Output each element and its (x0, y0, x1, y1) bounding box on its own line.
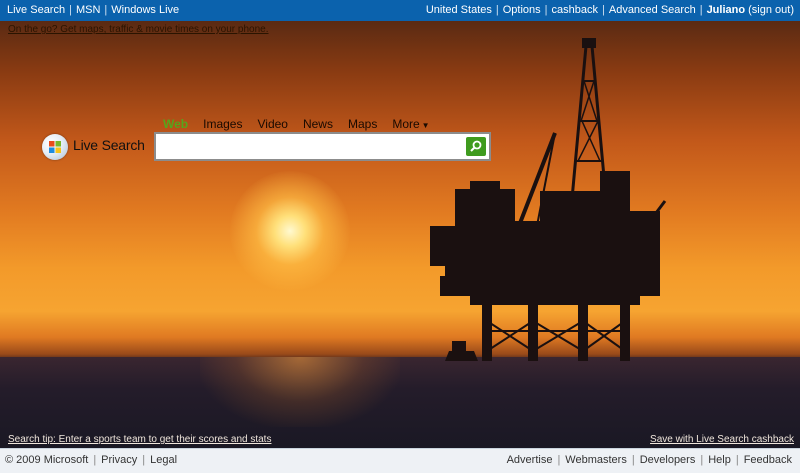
dropdown-arrow-icon: ▼ (421, 121, 430, 130)
options-link[interactable]: Options (503, 4, 541, 16)
advertise-link[interactable]: Advertise (507, 454, 553, 466)
tab-news[interactable]: News (303, 117, 333, 131)
feedback-link[interactable]: Feedback (744, 454, 792, 466)
separator: | (495, 4, 499, 16)
separator: | (104, 4, 108, 16)
united-states-link[interactable]: United States (426, 4, 492, 16)
search-input[interactable] (159, 137, 463, 158)
username-link[interactable]: Juliano (707, 4, 746, 16)
footer-right: Advertise | Webmasters | Developers | Help | Fee… (507, 454, 792, 466)
logo-text: Live Search (73, 137, 145, 153)
footer-left: © 2009 Microsoft | Privacy | Legal (5, 454, 177, 466)
privacy-link[interactable]: Privacy (101, 454, 137, 466)
search-tabs: Web Images Video News Maps More ▼ (163, 117, 445, 131)
windows-live-link[interactable]: Windows Live (111, 4, 179, 16)
msn-link[interactable]: MSN (76, 4, 100, 16)
tab-web[interactable]: Web (163, 117, 188, 131)
search-tip-link[interactable]: Search tip: Enter a sports team to get t… (8, 434, 271, 445)
tab-more[interactable]: More ▼ (392, 117, 429, 131)
copyright: © 2009 Microsoft (5, 454, 89, 466)
separator: | (142, 454, 146, 466)
tab-maps[interactable]: Maps (348, 117, 377, 131)
separator: | (544, 4, 548, 16)
webmasters-link[interactable]: Webmasters (565, 454, 627, 466)
search-button[interactable] (466, 137, 486, 156)
background-image-area: On the go? Get maps, traffic & movie tim… (0, 21, 800, 448)
top-nav-left: Live Search | MSN | Windows Live (7, 4, 179, 16)
cashback-link[interactable]: cashback (552, 4, 598, 16)
separator: | (631, 454, 635, 466)
help-link[interactable]: Help (708, 454, 731, 466)
search-box (154, 132, 491, 161)
tab-images[interactable]: Images (203, 117, 242, 131)
top-nav-right: United States | Options | cashback | Advanced … (426, 4, 794, 16)
top-nav-bar: Live Search | MSN | Windows Live United Stat… (0, 0, 800, 21)
separator: | (735, 454, 739, 466)
separator: | (93, 454, 97, 466)
live-search-link[interactable]: Live Search (7, 4, 65, 16)
tab-more-label: More (392, 117, 420, 131)
separator: | (69, 4, 72, 16)
cashback-promo-link[interactable]: Save with Live Search cashback (650, 434, 794, 445)
separator: | (699, 4, 703, 16)
sign-out-link[interactable]: (sign out) (748, 4, 794, 16)
windows-flag-icon (42, 134, 68, 160)
oil-rig-silhouette (430, 38, 667, 361)
advanced-search-link[interactable]: Advanced Search (609, 4, 696, 16)
footer: © 2009 Microsoft | Privacy | Legal Advertise… (0, 448, 800, 473)
mobile-promo-link[interactable]: On the go? Get maps, traffic & movie tim… (8, 24, 269, 35)
legal-link[interactable]: Legal (150, 454, 177, 466)
separator: | (700, 454, 704, 466)
developers-link[interactable]: Developers (640, 454, 696, 466)
tab-video[interactable]: Video (257, 117, 287, 131)
search-icon (470, 140, 482, 152)
separator: | (557, 454, 561, 466)
separator: | (602, 4, 605, 16)
